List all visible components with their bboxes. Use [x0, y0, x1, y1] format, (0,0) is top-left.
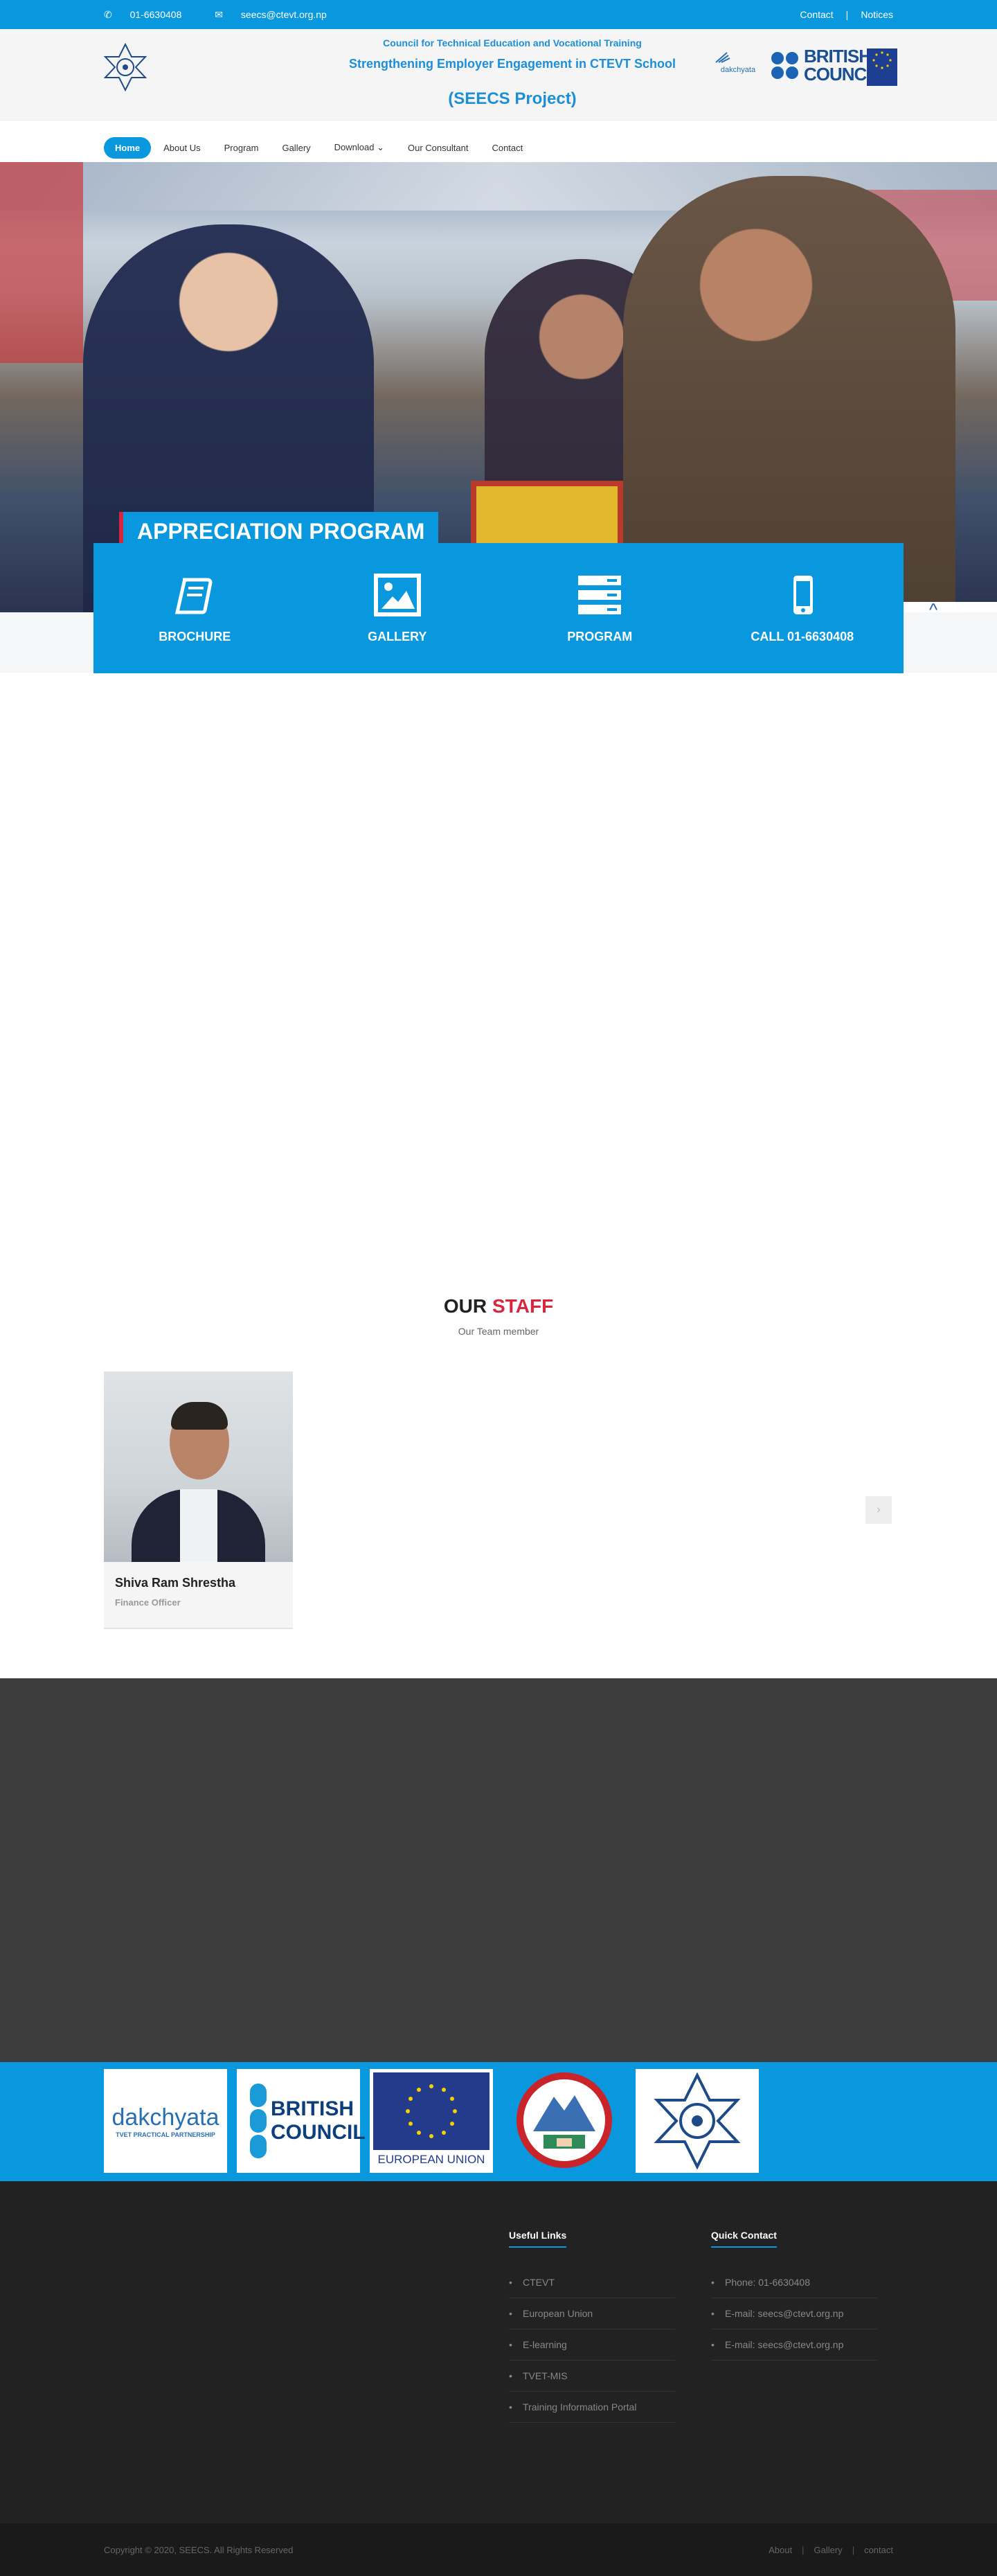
- dakchyata-logo: dakchyata: [713, 50, 763, 83]
- quick-contact: Quick Contact Phone: 01-6630408 E-mail: …: [711, 2230, 877, 2361]
- image-icon: [373, 573, 422, 617]
- nav-download[interactable]: Download ⌄: [323, 136, 395, 159]
- server-icon: [575, 573, 624, 617]
- project-description: Strengthening Employer Engagement in CTE…: [348, 57, 676, 71]
- bottom-link-gallery[interactable]: Gallery: [814, 2545, 843, 2555]
- nav-about-us[interactable]: About Us: [152, 137, 211, 159]
- carousel-next-button[interactable]: ›: [865, 1496, 892, 1524]
- feature-call[interactable]: CALL 01-6630408: [701, 543, 904, 673]
- eu-flag-icon: [867, 48, 897, 86]
- project-name: (SEECS Project): [448, 89, 577, 108]
- site-header: Council for Technical Education and Voca…: [0, 29, 997, 121]
- staff-card[interactable]: Shiva Ram Shrestha Finance Officer: [104, 1371, 293, 1629]
- footer-link-tvet-mis[interactable]: TVET-MIS: [509, 2361, 675, 2392]
- topbar-notices-link[interactable]: Notices: [861, 9, 893, 20]
- british-council-partner-logo[interactable]: BRITISH COUNCIL: [237, 2069, 366, 2173]
- mobile-icon: [778, 573, 827, 617]
- envelope-icon: ✉: [215, 8, 226, 20]
- european-union-partner-logo[interactable]: EUROPEAN UNION: [370, 2069, 493, 2173]
- bottom-link-about[interactable]: About: [769, 2545, 792, 2555]
- phone-contact[interactable]: ✆ 01-6630408: [104, 9, 199, 20]
- footer-link-european-union[interactable]: European Union: [509, 2298, 675, 2329]
- staff-role: Finance Officer: [115, 1597, 181, 1608]
- useful-links: Useful Links CTEVT European Union E-lear…: [509, 2230, 675, 2423]
- scroll-up-icon[interactable]: ^: [900, 601, 997, 612]
- bottom-link-contact[interactable]: contact: [864, 2545, 893, 2555]
- main-nav: Home About Us Program Gallery Download ⌄…: [0, 121, 997, 162]
- copyright: Copyright © 2020, SEECS. All Rights Rese…: [104, 2544, 294, 2555]
- eu-flag-icon: [373, 2072, 489, 2150]
- section-title: OUR STAFF: [443, 1295, 554, 1317]
- footer-link-e-learning[interactable]: E-learning: [509, 2329, 675, 2361]
- contact-email[interactable]: E-mail: seecs@ctevt.org.np: [711, 2298, 877, 2329]
- contact-phone: Phone: 01-6630408: [711, 2267, 877, 2298]
- section-subtitle: Our Team member: [458, 1326, 539, 1337]
- ctevt-logo[interactable]: [104, 43, 147, 91]
- org-name: Council for Technical Education and Voca…: [383, 37, 642, 48]
- footer-link-ctevt[interactable]: CTEVT: [509, 2267, 675, 2298]
- feature-boxes: BROCHURE GALLERY PROGRAM CALL 01-6630408: [93, 543, 904, 673]
- site-footer: Useful Links CTEVT European Union E-lear…: [0, 2181, 997, 2523]
- feature-gallery[interactable]: GALLERY: [296, 543, 499, 673]
- staff-name: Shiva Ram Shrestha: [115, 1576, 236, 1590]
- topbar-contact-link[interactable]: Contact: [800, 9, 833, 20]
- divider: |: [852, 2544, 855, 2555]
- partner-logos: dakchyata TVET PRACTICAL PARTNERSHIP BRI…: [0, 2062, 997, 2181]
- book-icon: [170, 573, 219, 617]
- feature-program[interactable]: PROGRAM: [498, 543, 701, 673]
- divider: |: [802, 2544, 805, 2555]
- top-bar: ✆ 01-6630408 ✉ seecs@ctevt.org.np Contac…: [0, 0, 997, 29]
- email-contact[interactable]: ✉ seecs@ctevt.org.np: [215, 9, 342, 20]
- nepal-emblem-logo[interactable]: [503, 2069, 626, 2173]
- dark-section: [0, 1678, 997, 2062]
- nav-home[interactable]: Home: [104, 136, 152, 159]
- dakchyata-partner-logo[interactable]: dakchyata TVET PRACTICAL PARTNERSHIP: [104, 2069, 227, 2173]
- nav-contact[interactable]: Contact: [480, 137, 534, 159]
- nav-our-consultant[interactable]: Our Consultant: [397, 137, 479, 159]
- nav-program[interactable]: Program: [213, 137, 270, 159]
- nav-gallery[interactable]: Gallery: [271, 137, 321, 159]
- feature-brochure[interactable]: BROCHURE: [93, 543, 296, 673]
- staff-photo: [104, 1371, 293, 1562]
- footer-link-training-portal[interactable]: Training Information Portal: [509, 2392, 675, 2423]
- staff-section: OUR STAFF Our Team member: [0, 1295, 997, 1337]
- contact-email[interactable]: E-mail: seecs@ctevt.org.np: [711, 2329, 877, 2361]
- chevron-down-icon: ⌄: [377, 142, 385, 152]
- divider: |: [845, 9, 849, 20]
- phone-icon: ✆: [104, 8, 115, 20]
- ctevt-partner-logo[interactable]: [636, 2069, 759, 2173]
- bottom-bar: Copyright © 2020, SEECS. All Rights Rese…: [0, 2523, 997, 2576]
